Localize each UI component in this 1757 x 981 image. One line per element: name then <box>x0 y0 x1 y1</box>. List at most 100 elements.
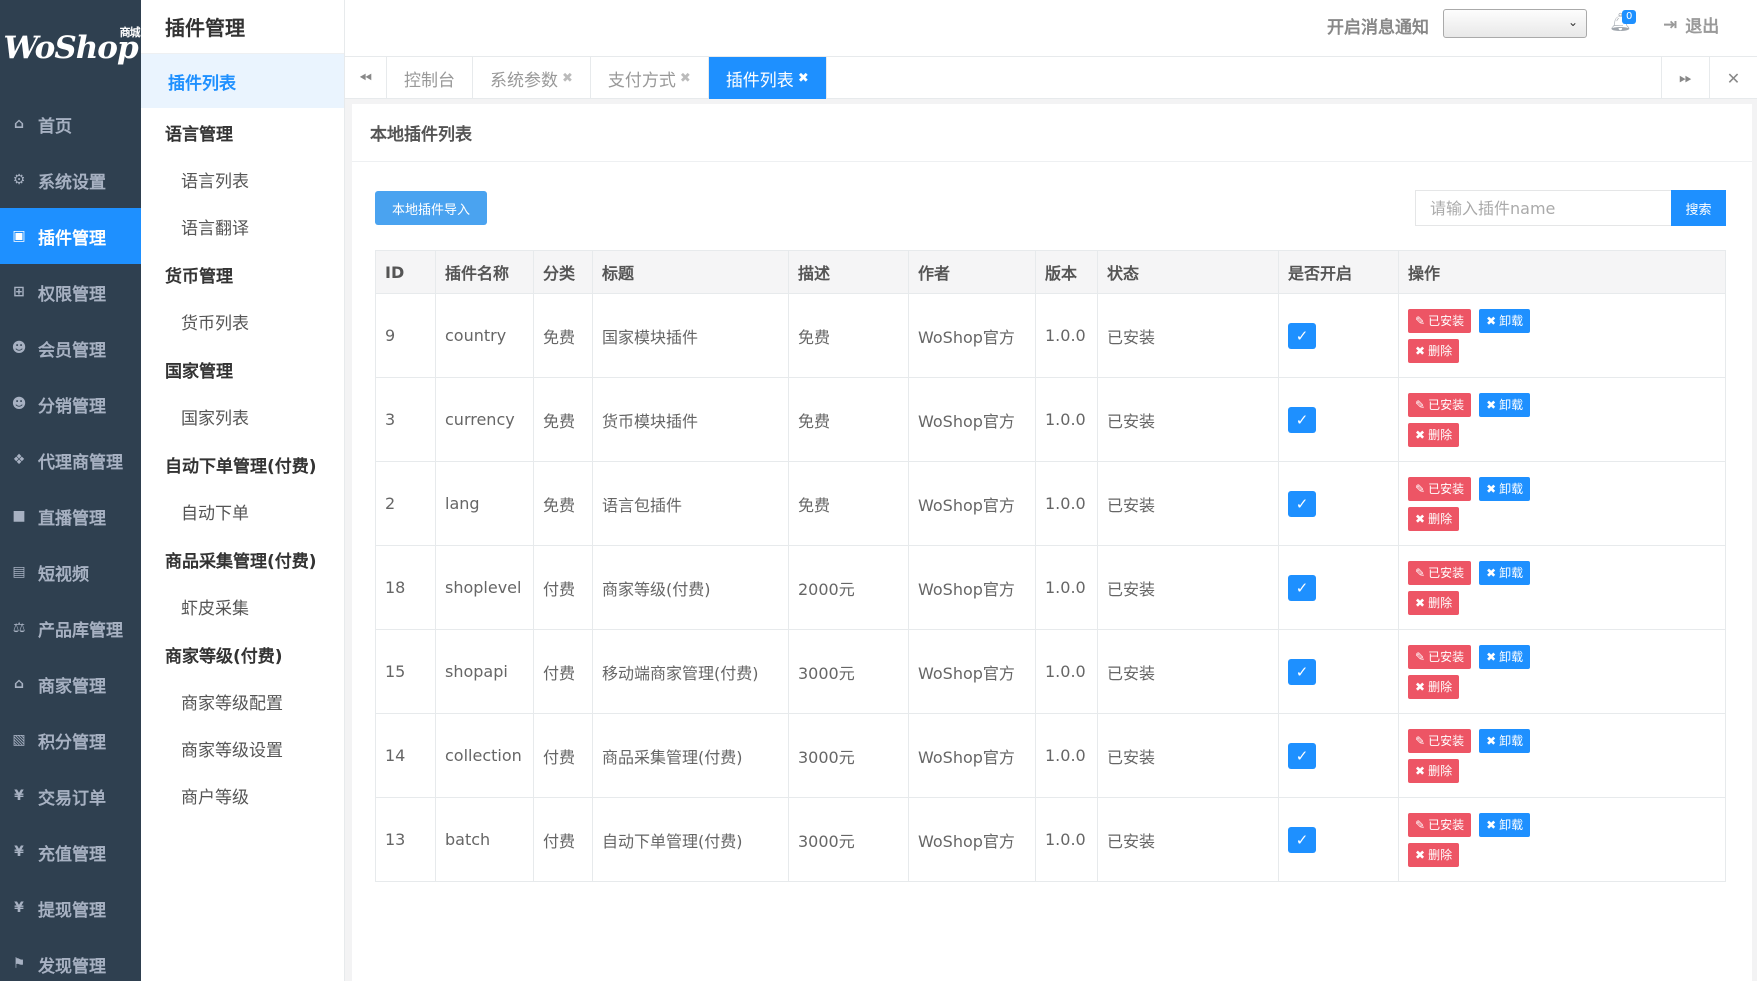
main-nav-item[interactable]: ❖ 代理商管理 <box>0 432 141 488</box>
sub-nav-group[interactable]: 自动下单管理(付费) <box>141 440 344 488</box>
sub-nav-item[interactable]: 商家等级配置 <box>141 678 344 725</box>
table-row: 14 collection 付费 商品采集管理(付费) 3000元 WoShop官方 1.0… <box>375 713 1726 798</box>
main-nav-item[interactable]: ¥ 提现管理 <box>0 880 141 936</box>
sub-nav-group[interactable]: 商品采集管理(付费) <box>141 535 344 583</box>
cell-name: shoplevel <box>435 545 534 630</box>
column-header: 标题 <box>592 250 789 294</box>
installed-label: 已安装 <box>1428 566 1465 580</box>
enabled-checkbox[interactable]: ✓ <box>1288 826 1316 853</box>
notification-bell[interactable]: 🔔︎ 0 <box>1609 10 1637 38</box>
uninstall-label: 卸载 <box>1499 482 1524 496</box>
table-header-row: ID 插件名称 分类 标题 描述 作者 版本 状态 是否开启 操作 <box>375 250 1726 294</box>
close-icon[interactable]: ✖ <box>798 71 809 86</box>
import-plugin-button[interactable]: 本地插件导入 <box>375 191 487 225</box>
cell-status: 已安装 <box>1097 293 1279 378</box>
sub-nav-item[interactable]: 商家等级设置 <box>141 725 344 772</box>
sub-nav-group[interactable]: 货币管理 <box>141 250 344 298</box>
delete-button[interactable]: ✖ 删除 <box>1408 758 1460 783</box>
enabled-checkbox[interactable]: ✓ <box>1288 742 1316 769</box>
installed-label: 已安装 <box>1428 398 1465 412</box>
installed-button[interactable]: ✎ 已安装 <box>1408 728 1472 753</box>
main-nav-item[interactable]: ▤ 短视频 <box>0 544 141 600</box>
enabled-checkbox[interactable]: ✓ <box>1288 406 1316 433</box>
tab[interactable]: 支付方式 ✖ <box>591 57 709 99</box>
close-icon[interactable]: ✖ <box>680 71 691 86</box>
main-nav-item[interactable]: ⚙ 系统设置 <box>0 152 141 208</box>
installed-button[interactable]: ✎ 已安装 <box>1408 308 1472 333</box>
close-all-tabs-button[interactable]: ✕ <box>1709 57 1757 99</box>
uninstall-button[interactable]: ✖ 卸载 <box>1479 812 1531 837</box>
uninstall-button[interactable]: ✖ 卸载 <box>1479 476 1531 501</box>
times-icon: ✖ <box>1486 565 1497 580</box>
installed-button[interactable]: ✎ 已安装 <box>1408 392 1472 417</box>
times-icon: ✖ <box>1415 427 1426 442</box>
cell-title: 移动端商家管理(付费) <box>592 629 789 714</box>
tab[interactable]: 控制台 <box>387 57 473 99</box>
close-icon[interactable]: ✖ <box>562 71 573 86</box>
tab-scroll-right-button[interactable]: ⏩︎ <box>1661 57 1709 99</box>
sub-nav-item[interactable]: 语言列表 <box>141 156 344 203</box>
main-nav-label: 提现管理 <box>38 900 106 921</box>
delete-button[interactable]: ✖ 删除 <box>1408 590 1460 615</box>
delete-button[interactable]: ✖ 删除 <box>1408 674 1460 699</box>
tab[interactable]: 插件列表 ✖ <box>708 57 827 99</box>
main-nav-item[interactable]: ⌂ 商家管理 <box>0 656 141 712</box>
main-nav-item[interactable]: ⚑ 发现管理 <box>0 936 141 981</box>
chevron-down-icon: ⌄ <box>1567 15 1578 29</box>
installed-button[interactable]: ✎ 已安装 <box>1408 560 1472 585</box>
sub-item-plugin-list[interactable]: 插件列表 <box>141 54 344 108</box>
uninstall-button[interactable]: ✖ 卸载 <box>1479 308 1531 333</box>
delete-label: 删除 <box>1428 512 1453 526</box>
main-nav-item[interactable]: ▣ 插件管理 <box>0 208 141 264</box>
logo[interactable]: WoShop 商城 <box>0 0 141 96</box>
sub-nav-item[interactable]: 商户等级 <box>141 772 344 819</box>
sub-nav-group[interactable]: 国家管理 <box>141 345 344 393</box>
installed-button[interactable]: ✎ 已安装 <box>1408 476 1472 501</box>
uninstall-button[interactable]: ✖ 卸载 <box>1479 392 1531 417</box>
sub-nav-item[interactable]: 语言翻译 <box>141 203 344 250</box>
installed-button[interactable]: ✎ 已安装 <box>1408 812 1472 837</box>
search-input[interactable] <box>1415 190 1673 226</box>
installed-label: 已安装 <box>1428 314 1465 328</box>
uninstall-button[interactable]: ✖ 卸载 <box>1479 560 1531 585</box>
delete-button[interactable]: ✖ 删除 <box>1408 338 1460 363</box>
uninstall-button[interactable]: ✖ 卸载 <box>1479 728 1531 753</box>
installed-button[interactable]: ✎ 已安装 <box>1408 644 1472 669</box>
tab-bar: ⏪︎ 控制台 系统参数 ✖ 支付方式 ✖ 插件列表 ✖ ⏩︎ ✕ <box>345 57 1757 99</box>
double-left-icon: ⏪︎ <box>359 68 372 87</box>
cell-actions: ✎ 已安装 ✖ 卸载 ✖ 删除 <box>1398 461 1726 546</box>
home-icon: ⌂ <box>13 116 25 132</box>
main-nav-item[interactable]: ⌂ 首页 <box>0 96 141 152</box>
main-nav-item[interactable]: ▧ 积分管理 <box>0 712 141 768</box>
delete-button[interactable]: ✖ 删除 <box>1408 422 1460 447</box>
main-nav-item[interactable]: ☻ 分销管理 <box>0 376 141 432</box>
times-icon: ✖ <box>1415 847 1426 862</box>
main-nav-item[interactable]: ¥ 交易订单 <box>0 768 141 824</box>
delete-button[interactable]: ✖ 删除 <box>1408 506 1460 531</box>
sub-nav-item[interactable]: 虾皮采集 <box>141 583 344 630</box>
tab-scroll-left-button[interactable]: ⏪︎ <box>345 57 387 99</box>
search-button[interactable]: 搜索 <box>1671 190 1726 226</box>
enabled-checkbox[interactable]: ✓ <box>1288 322 1316 349</box>
sub-nav-item[interactable]: 货币列表 <box>141 298 344 345</box>
delete-button[interactable]: ✖ 删除 <box>1408 842 1460 867</box>
main-nav-item[interactable]: ■ 直播管理 <box>0 488 141 544</box>
sub-nav-group[interactable]: 语言管理 <box>141 108 344 156</box>
table-row: 9 country 免费 国家模块插件 免费 WoShop官方 1.0.0 已安装 ✓ ✎ 已安装 ✖… <box>375 293 1726 378</box>
enabled-checkbox[interactable]: ✓ <box>1288 490 1316 517</box>
main-nav-item[interactable]: ☻ 会员管理 <box>0 320 141 376</box>
sub-nav-item[interactable]: 国家列表 <box>141 393 344 440</box>
logout-button[interactable]: ⇥ 退出 <box>1663 12 1719 38</box>
notify-select[interactable]: ⌄ <box>1443 9 1587 38</box>
main-nav-item[interactable]: ⚖ 产品库管理 <box>0 600 141 656</box>
cell-category: 付费 <box>533 713 593 798</box>
cell-category: 付费 <box>533 629 593 714</box>
sub-nav-item[interactable]: 自动下单 <box>141 488 344 535</box>
tab[interactable]: 系统参数 ✖ <box>473 57 591 99</box>
sub-nav-group[interactable]: 商家等级(付费) <box>141 630 344 678</box>
main-nav-item[interactable]: ⊞ 权限管理 <box>0 264 141 320</box>
main-nav-item[interactable]: ¥ 充值管理 <box>0 824 141 880</box>
enabled-checkbox[interactable]: ✓ <box>1288 574 1316 601</box>
enabled-checkbox[interactable]: ✓ <box>1288 658 1316 685</box>
uninstall-button[interactable]: ✖ 卸载 <box>1479 644 1531 669</box>
